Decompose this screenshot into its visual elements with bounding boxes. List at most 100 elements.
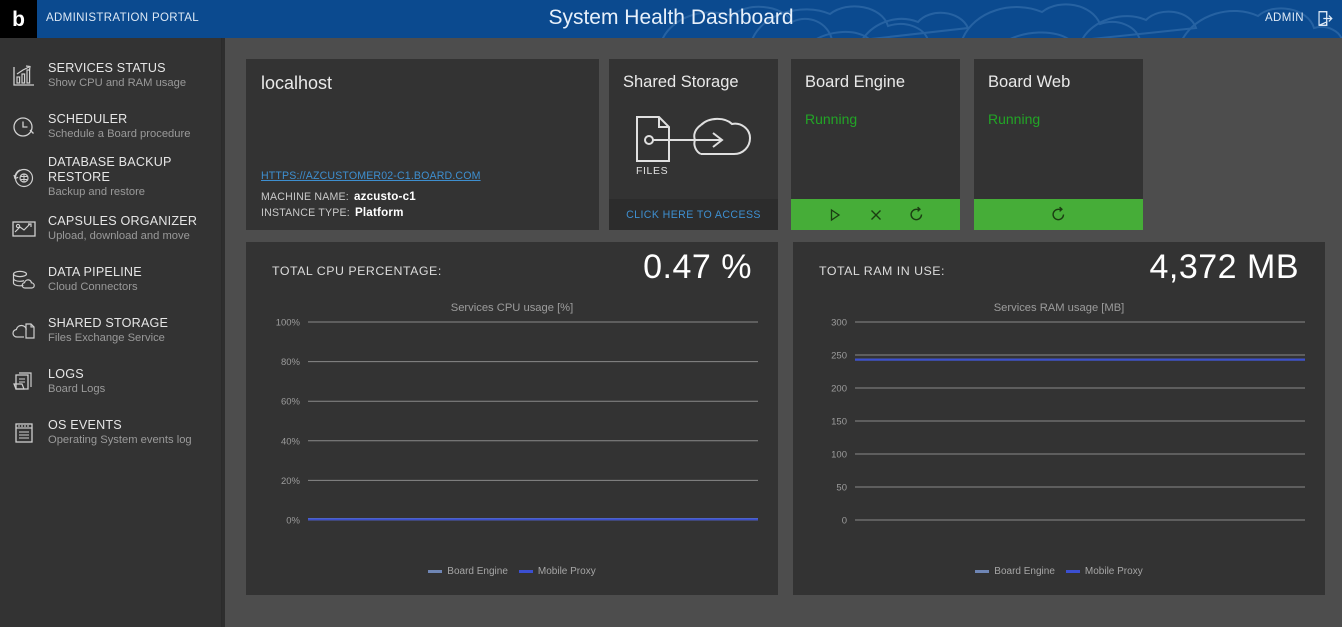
legend-item: Board Engine — [975, 566, 1055, 577]
svg-text:200: 200 — [831, 384, 847, 395]
sidebar-item-services-status[interactable]: SERVICES STATUS Show CPU and RAM usage — [0, 50, 222, 101]
sidebar-item-title: LOGS — [48, 366, 84, 381]
sidebar-item-title: DATABASE BACKUP RESTORE — [48, 155, 172, 184]
ram-metric-value: 4,372 MB — [1149, 248, 1299, 286]
cpu-chart-plot: 0% 20% 40% 60% 80% 100% — [276, 318, 758, 527]
capsule-box-icon — [0, 212, 48, 246]
sidebar-item-subtitle: Schedule a Board procedure — [48, 127, 191, 140]
sidebar-item-title: SCHEDULER — [48, 111, 128, 126]
board-engine-title: Board Engine — [805, 73, 905, 91]
host-card: localhost HTTPS://AZCUSTOMER02-C1.BOARD.… — [246, 59, 599, 230]
stop-icon[interactable] — [866, 205, 886, 225]
sidebar-item-title: SHARED STORAGE — [48, 315, 169, 330]
cpu-chart-legend: Board Engine Mobile Proxy — [246, 566, 778, 577]
svg-text:0%: 0% — [286, 516, 300, 527]
shared-storage-access-button[interactable]: CLICK HERE TO ACCESS — [609, 199, 778, 230]
instance-type-row: INSTANCE TYPE: Platform — [261, 206, 404, 219]
legend-label: Board Engine — [994, 566, 1055, 577]
svg-text:40%: 40% — [281, 436, 301, 447]
sidebar-item-subtitle: Board Logs — [48, 382, 106, 395]
svg-text:20%: 20% — [281, 476, 301, 487]
board-web-actions — [974, 199, 1143, 230]
legend-label: Mobile Proxy — [1084, 566, 1143, 577]
legend-item: Mobile Proxy — [518, 566, 596, 577]
legend-swatch — [428, 570, 443, 573]
legend-swatch — [518, 570, 533, 573]
sidebar-item-subtitle: Upload, download and move — [48, 229, 190, 242]
svg-text:300: 300 — [831, 318, 847, 329]
svg-text:150: 150 — [831, 417, 847, 428]
svg-text:0: 0 — [842, 516, 847, 527]
sidebar-item-shared-storage[interactable]: SHARED STORAGE Files Exchange Service — [0, 305, 222, 356]
files-label: FILES — [636, 165, 669, 177]
legend-swatch — [1065, 570, 1080, 573]
sidebar-item-title: SERVICES STATUS — [48, 60, 166, 75]
legend-swatch — [975, 570, 990, 573]
svg-text:100%: 100% — [276, 318, 301, 329]
cpu-chart-title: Services CPU usage [%] — [450, 302, 574, 314]
app-header: b ADMINISTRATION PORTAL System Health Da… — [0, 0, 1342, 38]
legend-item: Mobile Proxy — [1065, 566, 1143, 577]
play-icon[interactable] — [825, 205, 845, 225]
machine-name-row: MACHINE NAME: azcusto-c1 — [261, 190, 416, 203]
machine-name-value: azcusto-c1 — [353, 190, 416, 203]
ram-chart-title: Services RAM usage [MB] — [993, 302, 1125, 314]
restart-icon[interactable] — [907, 205, 927, 225]
sidebar: SERVICES STATUS Show CPU and RAM usage S… — [0, 38, 222, 627]
board-web-title: Board Web — [988, 73, 1071, 91]
logs-icon — [0, 365, 48, 399]
page-title: System Health Dashboard — [548, 6, 794, 29]
cpu-metric-label: TOTAL CPU PERCENTAGE: — [272, 264, 442, 278]
board-engine-actions — [791, 199, 960, 230]
svg-text:50: 50 — [836, 483, 847, 494]
instance-type-label: INSTANCE TYPE: — [261, 207, 350, 219]
svg-text:100: 100 — [831, 450, 847, 461]
cloud-files-icon — [0, 314, 48, 348]
svg-text:250: 250 — [831, 351, 847, 362]
sidebar-item-subtitle: Files Exchange Service — [48, 331, 165, 344]
sidebar-item-scheduler[interactable]: SCHEDULER Schedule a Board procedure — [0, 101, 222, 152]
ram-chart-panel: TOTAL RAM IN USE: 4,372 MB Services RAM … — [793, 242, 1325, 595]
shared-storage-access-label: CLICK HERE TO ACCESS — [626, 208, 761, 221]
sidebar-item-subtitle: Show CPU and RAM usage — [48, 76, 187, 89]
sidebar-item-title: DATA PIPELINE — [48, 264, 142, 279]
sidebar-item-subtitle: Cloud Connectors — [48, 280, 138, 293]
legend-item: Board Engine — [428, 566, 508, 577]
machine-name-label: MACHINE NAME: — [261, 191, 349, 203]
sidebar-item-logs[interactable]: LOGS Board Logs — [0, 356, 222, 407]
shared-storage-card: Shared Storage FILES CLICK HERE TO ACCES… — [609, 59, 778, 230]
host-url-link[interactable]: HTTPS://AZCUSTOMER02-C1.BOARD.COM — [261, 170, 481, 182]
restart-icon[interactable] — [1049, 205, 1069, 225]
database-sync-icon — [0, 161, 48, 195]
sidebar-item-subtitle: Operating System events log — [48, 433, 192, 446]
ram-metric-label: TOTAL RAM IN USE: — [819, 264, 945, 278]
sidebar-item-database-backup-restore[interactable]: DATABASE BACKUP RESTORE Backup and resto… — [0, 152, 222, 203]
svg-text:60%: 60% — [281, 397, 301, 408]
sidebar-item-capsules-organizer[interactable]: CAPSULES ORGANIZER Upload, download and … — [0, 203, 222, 254]
cpu-chart-panel: TOTAL CPU PERCENTAGE: 0.47 % Services CP… — [246, 242, 778, 595]
board-engine-card: Board Engine Running — [791, 59, 960, 230]
clock-icon — [0, 110, 48, 144]
board-web-card: Board Web Running — [974, 59, 1143, 230]
host-card-title: localhost — [261, 73, 333, 93]
admin-label[interactable]: ADMIN — [1265, 12, 1304, 24]
events-list-icon — [0, 416, 48, 450]
board-engine-status: Running — [805, 111, 858, 127]
sidebar-item-title: CAPSULES ORGANIZER — [48, 213, 198, 228]
sidebar-item-os-events[interactable]: OS EVENTS Operating System events log — [0, 407, 222, 458]
sidebar-item-subtitle: Backup and restore — [48, 186, 146, 198]
sidebar-item-title: OS EVENTS — [48, 417, 122, 432]
data-pipeline-icon — [0, 263, 48, 297]
legend-label: Board Engine — [447, 566, 508, 577]
legend-label: Mobile Proxy — [537, 566, 596, 577]
cpu-metric-value: 0.47 % — [643, 248, 752, 286]
files-to-cloud-icon — [636, 116, 752, 162]
ram-chart-plot: 0 50 100 150 200 250 300 — [831, 318, 1305, 527]
main-content: localhost HTTPS://AZCUSTOMER02-C1.BOARD.… — [225, 38, 1342, 627]
chart-bars-icon — [0, 59, 48, 93]
logout-icon[interactable] — [1316, 10, 1334, 27]
sidebar-item-data-pipeline[interactable]: DATA PIPELINE Cloud Connectors — [0, 254, 222, 305]
board-web-status: Running — [988, 111, 1041, 127]
ram-chart-legend: Board Engine Mobile Proxy — [793, 566, 1325, 577]
instance-type-value: Platform — [354, 206, 404, 219]
